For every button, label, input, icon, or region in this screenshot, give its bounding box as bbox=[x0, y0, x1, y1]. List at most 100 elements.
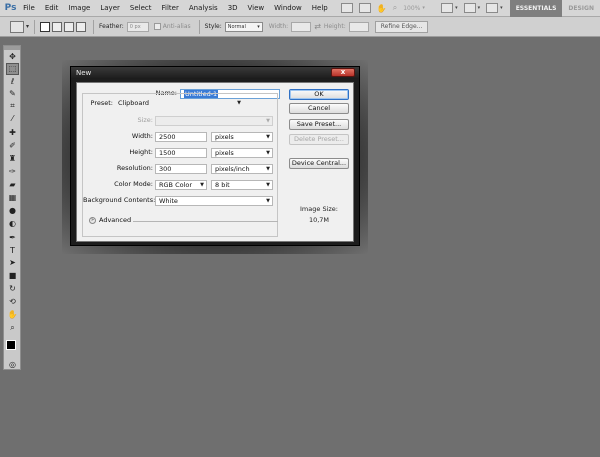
size-select[interactable]: ▼ bbox=[155, 116, 273, 126]
advanced-toggle-icon[interactable]: » bbox=[89, 217, 96, 224]
menu-3d[interactable]: 3D bbox=[223, 0, 243, 17]
zoom-icon: ⌕ bbox=[392, 3, 398, 12]
chevron-down-icon: ▼ bbox=[237, 100, 241, 106]
menu-help[interactable]: Help bbox=[307, 0, 333, 17]
mini-bridge-button[interactable] bbox=[358, 2, 371, 14]
color-mode-select[interactable]: RGB Color ▼ bbox=[155, 180, 207, 190]
tool-preset-picker[interactable] bbox=[10, 20, 24, 33]
height-unit-select[interactable]: pixels ▼ bbox=[211, 148, 273, 158]
zoom-level[interactable]: 100% ▾ bbox=[403, 2, 435, 14]
anti-alias-checkbox[interactable] bbox=[153, 23, 161, 30]
width-input[interactable] bbox=[291, 21, 312, 32]
intersect-selection-button[interactable] bbox=[76, 21, 87, 32]
chevron-down-icon: ▼ bbox=[266, 198, 270, 204]
style-select[interactable]: Normal ▾ bbox=[224, 21, 263, 32]
chevron-down-icon: ▼ bbox=[266, 118, 270, 124]
menu-select[interactable]: Select bbox=[125, 0, 157, 17]
style-label: Style: bbox=[204, 23, 222, 30]
device-central-button[interactable]: Device Central... bbox=[289, 158, 349, 169]
bit-depth-select[interactable]: 8 bit ▼ bbox=[211, 180, 273, 190]
ok-button[interactable]: OK bbox=[289, 89, 349, 100]
height-label: Height: bbox=[323, 23, 346, 30]
chevron-down-icon[interactable]: ▾ bbox=[26, 23, 29, 30]
extras-icon bbox=[486, 3, 499, 13]
workspace-design[interactable]: DESIGN bbox=[562, 0, 600, 17]
menu-edit[interactable]: Edit bbox=[40, 0, 64, 17]
color-swatches bbox=[4, 46, 22, 371]
image-size-value: 10,7M bbox=[308, 216, 330, 224]
feather-input[interactable]: 0 px bbox=[126, 21, 149, 32]
zoom-shortcut-button[interactable]: ⌕ bbox=[393, 2, 397, 14]
menu-window[interactable]: Window bbox=[269, 0, 307, 17]
arrange-icon bbox=[441, 3, 454, 13]
delete-preset-button[interactable]: Delete Preset... bbox=[289, 134, 349, 145]
width-input[interactable]: 2500 bbox=[155, 132, 207, 142]
menu-layer[interactable]: Layer bbox=[95, 0, 125, 17]
screen-mode-icon bbox=[463, 3, 476, 13]
feather-label: Feather: bbox=[99, 23, 124, 30]
menu-image[interactable]: Image bbox=[63, 0, 95, 17]
width-unit-select[interactable]: pixels ▼ bbox=[211, 132, 273, 142]
bridge-icon bbox=[340, 3, 353, 13]
height-input[interactable]: 1500 bbox=[155, 148, 207, 158]
bridge-button[interactable] bbox=[340, 2, 353, 14]
menu-bar: Ps File Edit Image Layer Select Filter A… bbox=[0, 0, 600, 17]
workspace-essentials[interactable]: ESSENTIALS bbox=[509, 0, 563, 17]
cancel-button[interactable]: Cancel bbox=[289, 103, 349, 114]
add-to-selection-button[interactable] bbox=[52, 21, 63, 32]
refine-edge-button[interactable]: Refine Edge... bbox=[374, 20, 429, 33]
height-input[interactable] bbox=[348, 21, 369, 32]
chevron-down-icon: ▼ bbox=[200, 182, 204, 188]
chevron-down-icon: ▼ bbox=[266, 166, 270, 172]
background-contents-select[interactable]: White ▼ bbox=[155, 196, 273, 206]
width-label: Width: bbox=[131, 132, 153, 140]
toolbox: ✥ ⬚ ℓ ✎ ⌗ ⁄ ✚ ✐ ♜ ✑ ▰ ▦ ● ◐ ✒ T ➤ ■ ↻ ⟲ … bbox=[3, 45, 21, 370]
background-contents-label: Background Contents: bbox=[83, 196, 156, 204]
menu-analysis[interactable]: Analysis bbox=[184, 0, 223, 17]
size-label: Size: bbox=[137, 116, 153, 124]
dialog-title: New bbox=[76, 69, 92, 77]
ps-logo: Ps bbox=[4, 2, 17, 13]
advanced-label[interactable]: Advanced bbox=[99, 216, 131, 225]
menu-file[interactable]: File bbox=[18, 0, 40, 17]
anti-alias-label: Anti-alias bbox=[162, 23, 191, 30]
separator bbox=[93, 19, 95, 34]
save-preset-button[interactable]: Save Preset... bbox=[289, 119, 349, 130]
screen-mode-button[interactable]: ▾ bbox=[463, 2, 480, 14]
advanced-divider bbox=[133, 221, 278, 222]
chevron-down-icon: ▼ bbox=[266, 150, 270, 156]
color-mode-label: Color Mode: bbox=[114, 180, 153, 188]
photoshop-window: Ps File Edit Image Layer Select Filter A… bbox=[0, 0, 600, 457]
extras-button[interactable]: ▾ bbox=[486, 2, 503, 14]
dialog-body: Name: Untitled-1 Preset: Clipboard ▼ Size… bbox=[76, 82, 354, 242]
resolution-input[interactable]: 300 bbox=[155, 164, 207, 174]
document-settings-group: Preset: Clipboard ▼ Size: ▼ Width: 2500 p… bbox=[82, 93, 278, 237]
menu-filter[interactable]: Filter bbox=[157, 0, 184, 17]
chevron-down-icon: ▼ bbox=[266, 182, 270, 188]
new-selection-button[interactable] bbox=[40, 21, 51, 32]
quick-mask-icon[interactable]: ◎ bbox=[7, 360, 18, 370]
chevron-down-icon: ▼ bbox=[266, 134, 270, 140]
preset-select[interactable]: Clipboard ▼ bbox=[115, 99, 243, 109]
width-label: Width: bbox=[268, 23, 289, 30]
separator bbox=[34, 19, 36, 34]
subtract-selection-button[interactable] bbox=[64, 21, 75, 32]
menu-view[interactable]: View bbox=[243, 0, 270, 17]
height-label: Height: bbox=[129, 148, 153, 156]
swap-icon[interactable]: ⇄ bbox=[314, 22, 321, 31]
dialog-titlebar[interactable]: New x bbox=[71, 67, 359, 79]
close-button[interactable]: x bbox=[331, 68, 355, 77]
preset-label: Preset: bbox=[90, 99, 113, 107]
separator bbox=[198, 19, 200, 34]
resolution-unit-select[interactable]: pixels/inch ▼ bbox=[211, 164, 273, 174]
chevron-down-icon: ▾ bbox=[257, 23, 260, 30]
image-size-label: Image Size: bbox=[300, 205, 338, 213]
foreground-color-swatch[interactable] bbox=[6, 340, 16, 350]
arrange-documents-button[interactable]: ▾ bbox=[441, 2, 458, 14]
new-document-dialog: New x Name: Untitled-1 Preset: Clipboard… bbox=[70, 66, 360, 246]
mini-bridge-icon bbox=[358, 3, 371, 13]
options-bar: ▾ Feather: 0 px Anti-alias Style: Normal… bbox=[0, 17, 600, 37]
hand-shortcut-button[interactable]: ✋ bbox=[377, 2, 387, 14]
resolution-label: Resolution: bbox=[116, 164, 153, 172]
hand-icon: ✋ bbox=[376, 3, 387, 13]
